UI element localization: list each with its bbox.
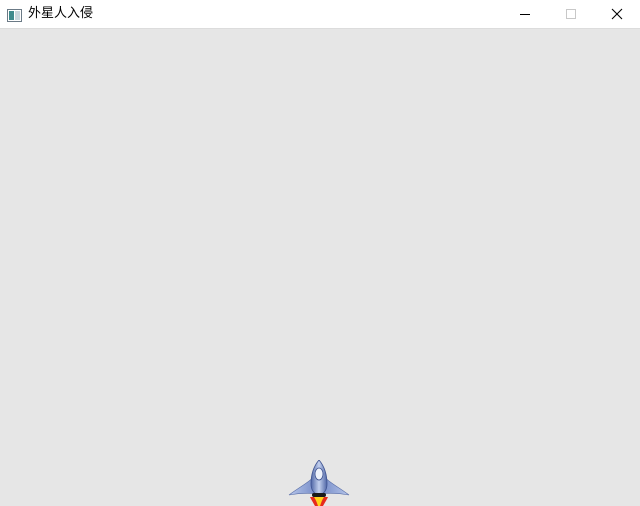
minimize-button[interactable]: [502, 0, 548, 28]
maximize-icon: [566, 9, 576, 19]
window-app-icon[interactable]: [7, 7, 22, 22]
window-title: 外星人入侵: [28, 6, 94, 21]
minimize-icon: [520, 14, 530, 15]
title-bar[interactable]: 外星人入侵: [0, 0, 640, 29]
game-canvas[interactable]: [0, 29, 640, 506]
maximize-button[interactable]: [548, 0, 594, 28]
game-window: 外星人入侵: [0, 0, 640, 506]
close-icon: [611, 8, 623, 20]
spaceship-icon: [288, 460, 350, 506]
close-button[interactable]: [594, 0, 640, 28]
